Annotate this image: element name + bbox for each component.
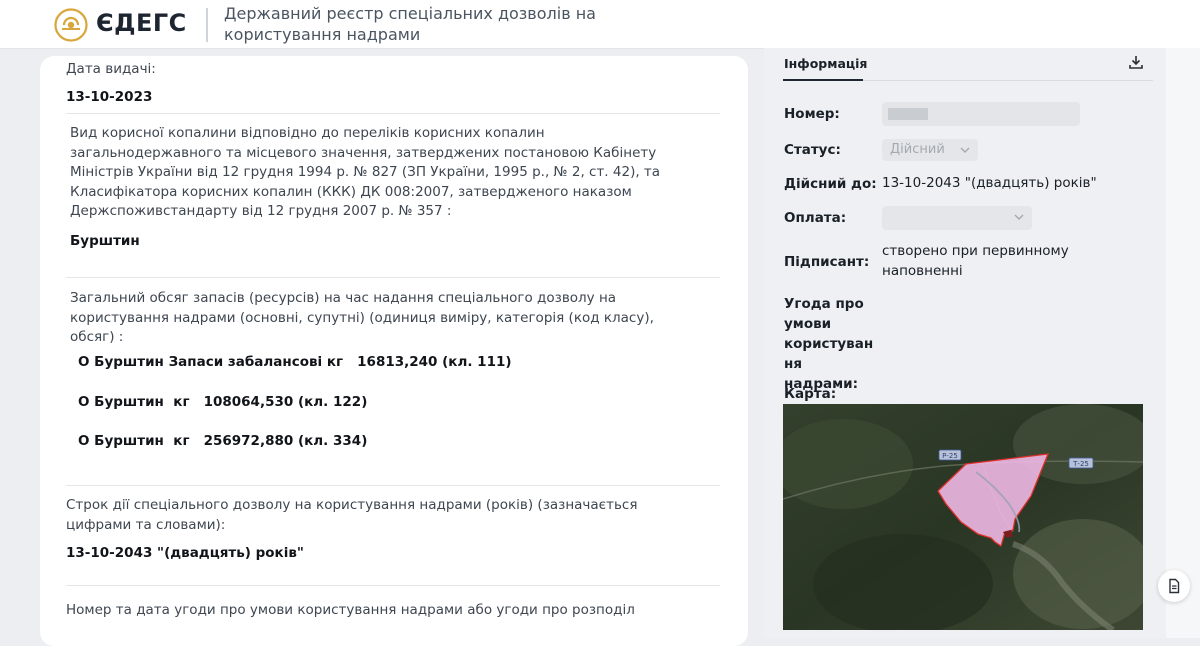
download-icon[interactable] [1128,54,1144,70]
logo-text[interactable]: ЄДЕГС [96,9,187,37]
divider [66,277,720,278]
mineral-type-label: Вид корисної копалини відповідно до пере… [70,125,661,219]
document-icon [1169,578,1180,594]
agreement-label: Номер та дата угоди про умови користуван… [66,602,635,618]
reserve-item: О Бурштин Запаси забалансові кг 16813,24… [78,354,512,370]
signatory-label: Підписант: [784,254,870,270]
valid-until-label: Дійсний до: [784,176,877,192]
header-title: Державний реєстр спеціальних дозволів на… [224,4,596,44]
divider [66,585,720,586]
document-fab[interactable] [1158,570,1190,602]
tab-information[interactable]: Інформація [784,56,867,71]
logo-icon[interactable] [54,8,88,42]
term-value: 13-10-2043 "(двадцять) років" [66,545,304,561]
chevron-down-icon [960,147,970,153]
mineral-type-value: Бурштин [70,233,140,249]
map-terrain [813,534,993,630]
active-tab-indicator [783,79,863,81]
issue-date-label: Дата видачі: [66,61,156,77]
divider [66,485,720,486]
reserve-item: О Бурштин кг 256972,880 (кл. 334) [78,433,368,449]
divider [66,113,720,114]
term-label: Строк дії спеціального дозволу на корист… [66,497,638,533]
reserves-label: Загальний обсяг запасів (ресурсів) на ча… [70,290,654,345]
app-header: ЄДЕГС Державний реєстр спеціальних дозво… [0,0,1200,49]
chevron-down-icon [1014,214,1024,220]
signatory-value: створено при первинному наповненні [882,243,1069,279]
valid-until-value: 13-10-2043 "(двадцять) років" [882,175,1097,191]
payment-label: Оплата: [784,210,847,226]
road-label: Р-25 [942,452,958,460]
status-label: Статус: [784,142,841,158]
reserve-item: О Бурштин кг 108064,530 (кл. 122) [78,394,368,410]
map-label: Карта: [784,386,837,402]
payment-select[interactable] [882,206,1032,230]
issue-date-value: 13-10-2023 [66,89,153,105]
number-label: Номер: [784,106,840,122]
redacted-number [888,108,928,120]
permit-area-map[interactable]: Р-25 Т-25 [783,404,1143,630]
header-divider [206,8,208,42]
road-label: Т-25 [1072,460,1089,468]
panel-gutter [1166,48,1200,638]
agreement-conditions-label: Угода про умови користуван ня надрами: [784,296,874,392]
